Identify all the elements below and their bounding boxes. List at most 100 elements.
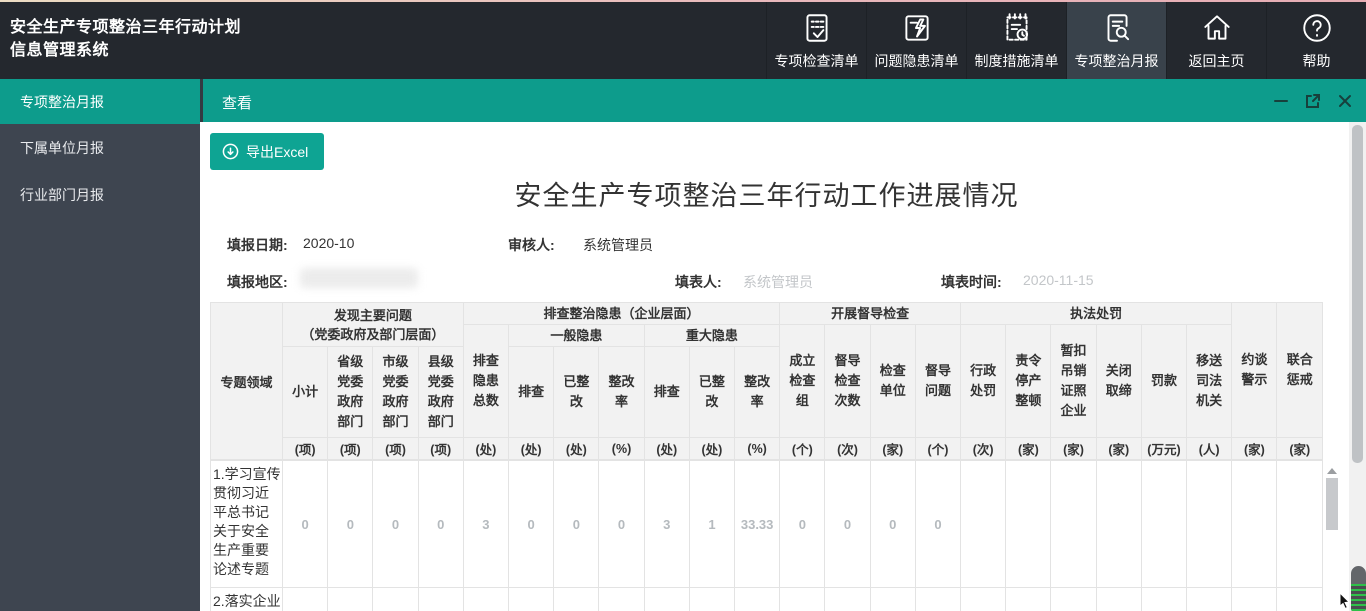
scroll-grip-widget[interactable]: [1351, 566, 1366, 611]
value-cell: 0: [509, 461, 554, 588]
header-cell: 小计: [283, 347, 328, 438]
minimize-icon[interactable]: [1272, 92, 1290, 110]
value-cell: [1141, 588, 1186, 611]
sidebar-item-industry-dept-report[interactable]: 行业部门月报: [0, 171, 200, 218]
unit-cell: (个): [780, 438, 825, 460]
value-cell: 0: [554, 461, 599, 588]
value-cell: 0: [373, 461, 418, 588]
maximize-icon[interactable]: [1304, 92, 1322, 110]
value-cell: [1277, 588, 1323, 611]
value-cell: [870, 588, 915, 611]
filler-label: 填表人:: [675, 272, 722, 292]
header-cell: 排查: [509, 347, 554, 438]
app-title-line2: 信息管理系统: [10, 39, 420, 62]
value-cell: 0: [825, 461, 870, 588]
home-icon: [1200, 11, 1234, 45]
reviewer-label: 审核人:: [508, 235, 555, 255]
header-cell: 督导问题: [915, 325, 960, 438]
unit-cell: (处): [644, 438, 689, 460]
unit-cell: (项): [418, 438, 463, 460]
unit-cell: (家): [1006, 438, 1051, 460]
table-scrollbar: [1325, 462, 1339, 611]
help-icon: [1300, 11, 1334, 45]
value-cell: 0: [780, 461, 825, 588]
nav-item-label: 返回主页: [1189, 51, 1245, 71]
header-cell: 重大隐患: [644, 325, 780, 347]
header-cell: 整改率: [735, 347, 780, 438]
value-cell: [644, 588, 689, 611]
unit-cell: (项): [373, 438, 418, 460]
nav-item-problem-hazard-list[interactable]: 问题隐患清单: [866, 2, 966, 79]
table-scrollbar-thumb[interactable]: [1326, 478, 1338, 530]
header-cell: 罚款: [1141, 325, 1186, 438]
unit-cell: (处): [509, 438, 554, 460]
value-cell: [961, 588, 1006, 611]
topbar: 安全生产专项整治三年行动计划 信息管理系统 专项检查清单 问题隐患清单 制度: [0, 2, 1366, 79]
header-cell: 已整改: [554, 347, 599, 438]
scroll-up-arrow-icon[interactable]: [1327, 468, 1337, 474]
nav-item-return-home[interactable]: 返回主页: [1166, 2, 1266, 79]
nav-item-monthly-report[interactable]: 专项整治月报: [1066, 2, 1166, 79]
value-cell: 0: [870, 461, 915, 588]
header-cell: 移送司法机关: [1187, 325, 1232, 438]
value-cell: [509, 588, 554, 611]
nav-item-system-measures-list[interactable]: 制度措施清单: [966, 2, 1066, 79]
nav-item-label: 专项整治月报: [1075, 51, 1159, 71]
unit-cell: (次): [961, 438, 1006, 460]
unit-cell: (家): [1051, 438, 1096, 460]
unit-cell: (次): [825, 438, 870, 460]
sidebar: 专项整治月报 下属单位月报 行业部门月报: [0, 79, 200, 611]
list-clock-icon: [1000, 11, 1034, 45]
header-cell: 已整改: [689, 347, 734, 438]
topic-cell: 1.学习宣传贯彻习近平总书记关于安全生产重要论述专题: [211, 461, 283, 588]
export-excel-button[interactable]: 导出Excel: [210, 133, 324, 170]
download-circle-icon: [222, 143, 239, 160]
header-cell: 省级党委政府部门: [328, 347, 373, 438]
viewer-title: 查看: [222, 92, 252, 113]
nav-item-help[interactable]: 帮助: [1266, 2, 1366, 79]
unit-cell: (处): [463, 438, 508, 460]
app-title-line1: 安全生产专项整治三年行动计划: [10, 16, 420, 39]
nav-item-label: 问题隐患清单: [875, 51, 959, 71]
value-cell: [1051, 588, 1096, 611]
header-cell: 联合惩戒: [1277, 303, 1323, 438]
fill-time-value: 2020-11-15: [1023, 272, 1094, 288]
value-cell: [1006, 588, 1051, 611]
unit-cell: (项): [328, 438, 373, 460]
page-scrollbar[interactable]: [1349, 122, 1366, 611]
report-date-value: 2020-10: [303, 235, 354, 251]
value-cell: 0: [328, 461, 373, 588]
value-cell: [1051, 461, 1096, 588]
value-cell: 0: [418, 461, 463, 588]
close-icon[interactable]: [1336, 92, 1354, 110]
sidebar-item-subordinate-unit-report[interactable]: 下属单位月报: [0, 124, 200, 171]
value-cell: 0: [599, 461, 644, 588]
unit-cell: (处): [689, 438, 734, 460]
nav-item-label: 制度措施清单: [975, 51, 1059, 71]
page-scrollbar-thumb[interactable]: [1352, 125, 1363, 463]
app-window: 安全生产专项整治三年行动计划 信息管理系统 专项检查清单 问题隐患清单 制度: [0, 0, 1366, 611]
value-cell: [780, 588, 825, 611]
value-cell: [1277, 461, 1323, 588]
header-cell: 关闭取缔: [1096, 325, 1141, 438]
report-date-label: 填报日期:: [227, 235, 288, 255]
nav-item-label: 帮助: [1303, 51, 1331, 71]
header-cell: 整改率: [599, 347, 644, 438]
top-navigation: 专项检查清单 问题隐患清单 制度措施清单 专项整治月报: [766, 2, 1366, 79]
value-cell: [735, 588, 780, 611]
table-row: 2.落实企业: [211, 588, 1323, 611]
fill-time-label: 填表时间:: [941, 272, 1002, 292]
value-cell: [418, 588, 463, 611]
value-cell: [1187, 461, 1232, 588]
sidebar-item-monthly-report[interactable]: 专项整治月报: [0, 79, 200, 124]
unit-cell: (%): [599, 438, 644, 460]
region-label: 填报地区:: [227, 272, 288, 292]
unit-cell: (家): [1096, 438, 1141, 460]
unit-cell: (%): [735, 438, 780, 460]
doc-search-icon: [1100, 11, 1134, 45]
header-cell: 市级党委政府部门: [373, 347, 418, 438]
reviewer-value: 系统管理员: [583, 235, 653, 255]
nav-item-special-inspection-list[interactable]: 专项检查清单: [766, 2, 866, 79]
value-cell: [1096, 588, 1141, 611]
value-cell: [1232, 461, 1277, 588]
